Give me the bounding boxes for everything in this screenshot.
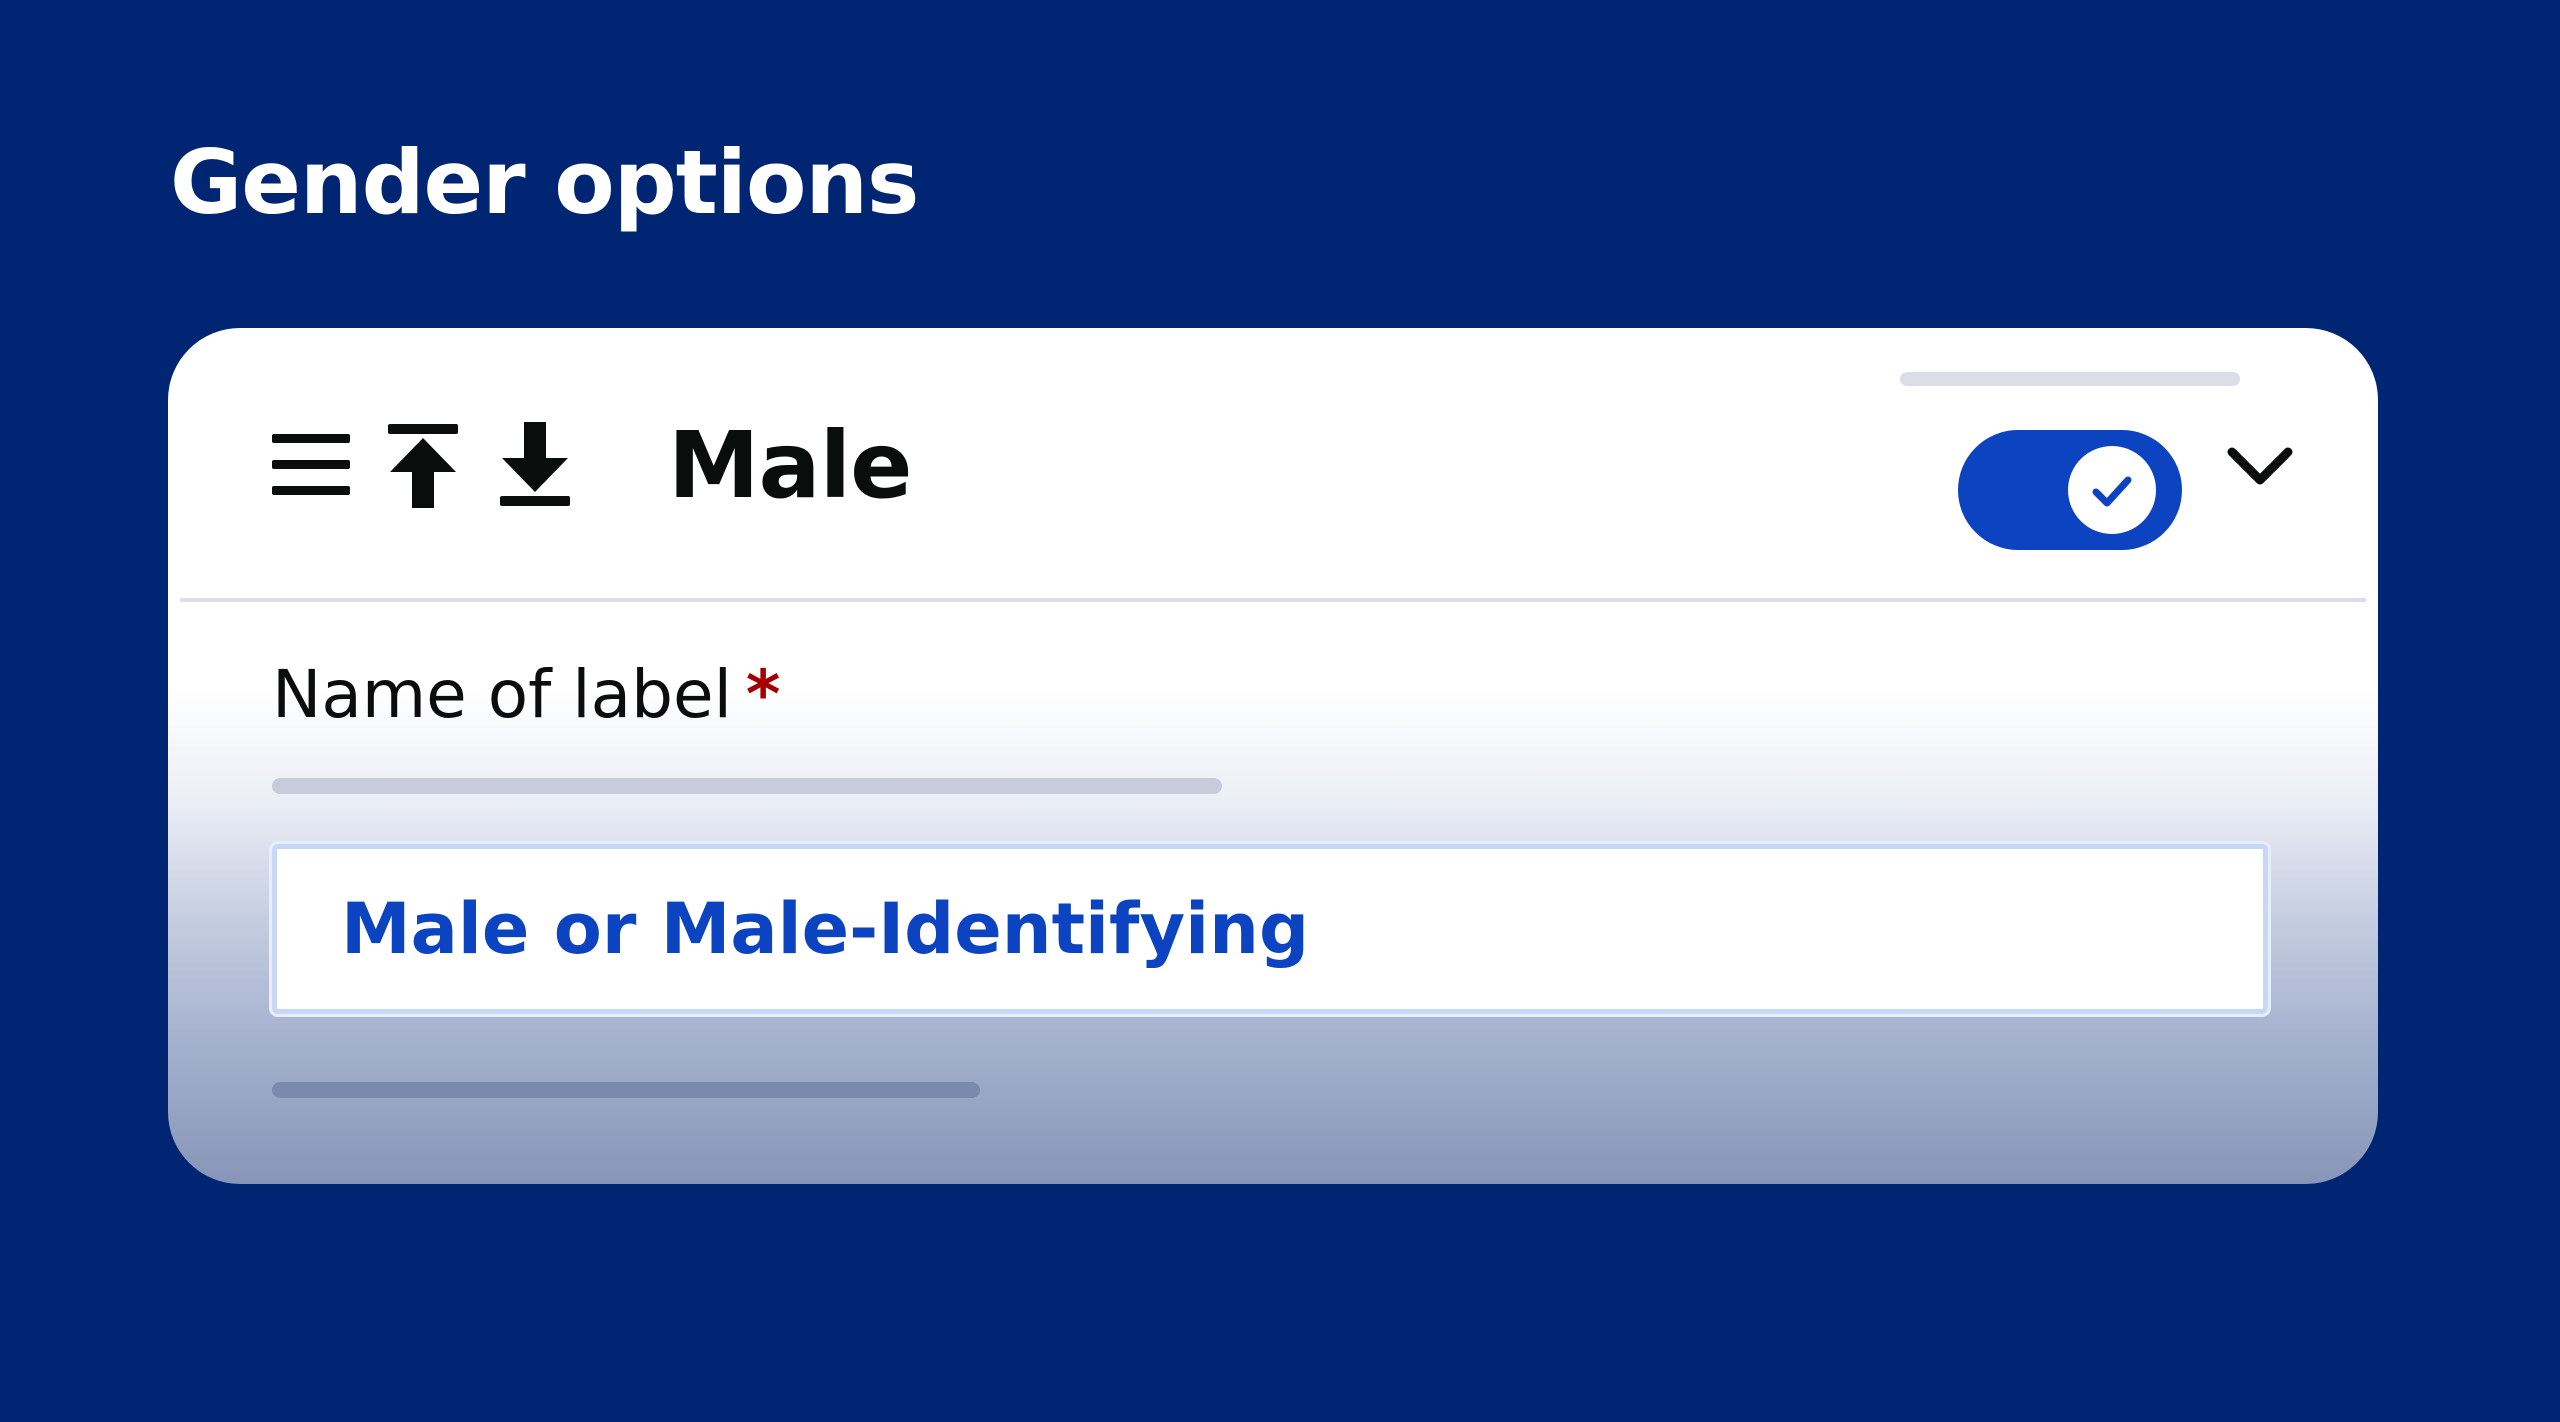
page-title: Gender options	[170, 131, 919, 234]
field-label: Name of label *	[272, 650, 780, 740]
field-label-text: Name of label	[272, 656, 732, 733]
option-card: Male Name of label *	[168, 328, 2378, 1184]
required-marker: *	[745, 656, 781, 733]
chevron-down-icon[interactable]	[2222, 428, 2298, 504]
check-icon	[2092, 476, 2132, 507]
move-to-top-icon[interactable]	[378, 420, 468, 510]
option-card-header: Male	[168, 328, 2378, 600]
label-name-input[interactable]	[272, 844, 2268, 1014]
hamburger-menu-icon[interactable]	[266, 420, 356, 510]
hint-bar	[272, 778, 1222, 794]
move-to-bottom-icon[interactable]	[490, 420, 580, 510]
toggle-knob	[2068, 446, 2156, 534]
header-divider	[180, 598, 2366, 602]
footer-hint-bar	[272, 1082, 980, 1098]
option-title: Male	[668, 412, 913, 519]
enable-toggle[interactable]	[1958, 430, 2182, 550]
